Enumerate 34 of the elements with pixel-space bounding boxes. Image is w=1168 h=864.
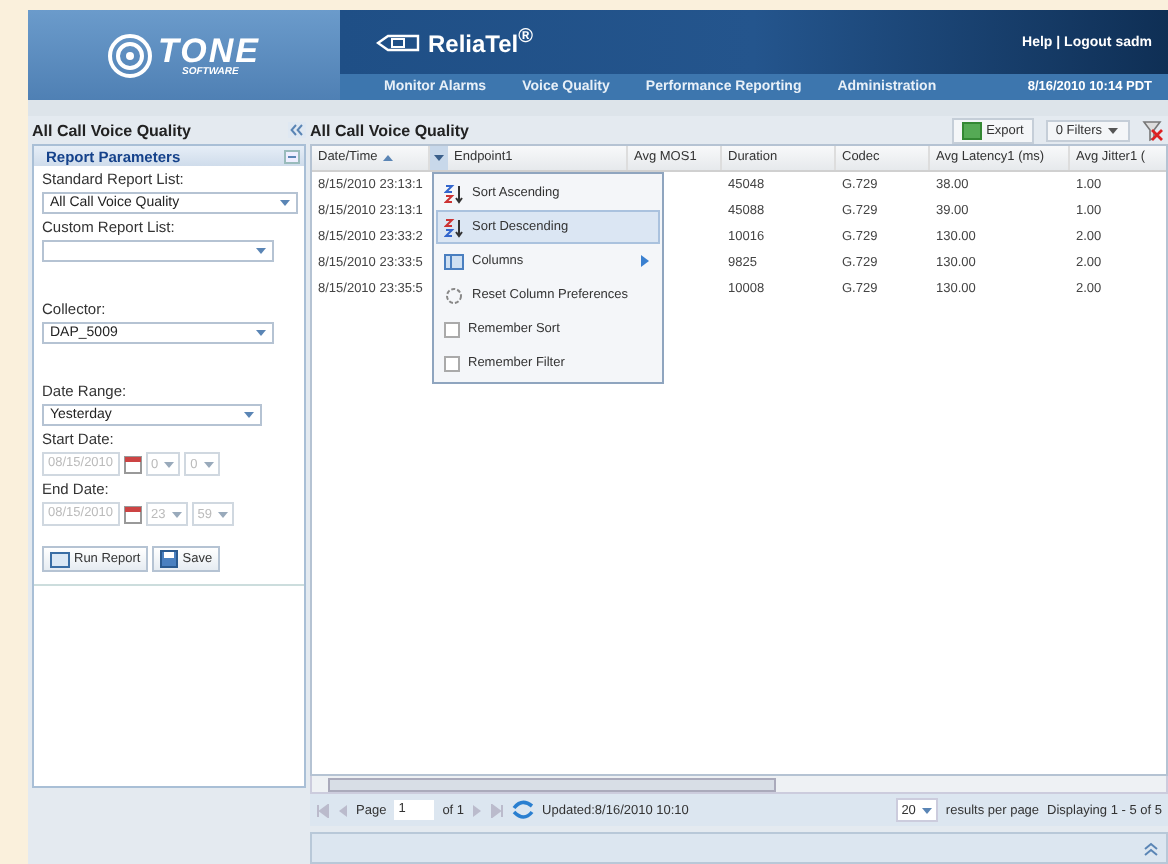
expand-up-icon[interactable] (1144, 841, 1158, 855)
columns-icon (444, 253, 464, 269)
calendar-icon[interactable] (123, 505, 142, 523)
dropdown-arrow-icon (1106, 125, 1120, 135)
clear-filter-icon[interactable] (1142, 119, 1164, 141)
dropdown-arrow-icon[interactable] (278, 198, 292, 208)
dropdown-arrow-icon[interactable] (201, 459, 216, 469)
dropdown-arrow-icon[interactable] (254, 246, 268, 256)
window-icon (50, 551, 70, 567)
dropdown-arrow-icon[interactable] (242, 410, 256, 420)
spreadsheet-icon (962, 121, 983, 139)
dropdown-field[interactable] (42, 240, 274, 262)
spiral-logo-icon (108, 33, 153, 77)
submenu-arrow-icon (640, 254, 650, 268)
dropdown-arrow-icon[interactable] (216, 509, 231, 519)
grid-title: All Call Voice Quality (310, 121, 469, 139)
dropdown-arrow-icon[interactable] (919, 805, 934, 815)
dropdown-arrow-icon[interactable] (162, 459, 177, 469)
sort-descending-icon (444, 217, 464, 237)
collapse-section-icon[interactable] (284, 149, 300, 163)
logo-wordmark: TONE (158, 33, 260, 67)
panel-title: All Call Voice Quality (32, 121, 193, 139)
reset-icon (444, 285, 464, 305)
checkbox[interactable] (444, 355, 460, 371)
product-logo-icon (376, 33, 420, 51)
collapse-panel-icon[interactable] (288, 122, 306, 138)
calendar-icon[interactable] (123, 455, 142, 473)
checkbox[interactable] (444, 321, 460, 337)
refresh-icon[interactable] (512, 800, 535, 820)
horizontal-scrollbar[interactable] (310, 776, 1168, 794)
dropdown-arrow-icon[interactable] (254, 328, 268, 338)
product-name: ReliaTel$^{®}$ (428, 26, 534, 58)
dropdown-arrow-icon[interactable] (169, 509, 184, 519)
sort-ascending-icon (444, 183, 464, 203)
